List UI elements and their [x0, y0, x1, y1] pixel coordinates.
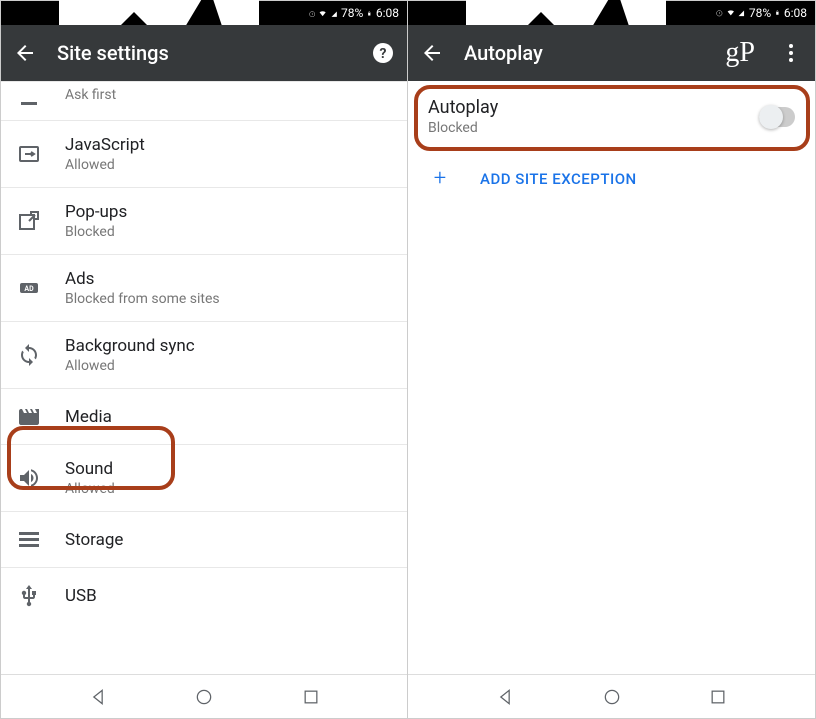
clock-time: 6:08: [784, 6, 807, 20]
page-title: Autoplay: [464, 41, 705, 65]
settings-list: Ask first JavaScript Allowed Pop-ups Blo…: [1, 81, 407, 674]
popups-label: Pop-ups: [65, 202, 127, 222]
svg-text:?: ?: [380, 46, 387, 62]
sound-icon: [17, 466, 41, 490]
add-exception-label: ADD SITE EXCEPTION: [480, 170, 637, 188]
javascript-label: JavaScript: [65, 135, 145, 155]
list-item-sync[interactable]: Background sync Allowed: [1, 322, 407, 389]
list-item-javascript[interactable]: JavaScript Allowed: [1, 121, 407, 188]
list-item-location[interactable]: Ask first: [1, 81, 407, 121]
app-bar: Autoplay gP: [408, 25, 815, 81]
usb-icon: [17, 584, 41, 608]
nav-bar: [1, 674, 407, 718]
plus-icon: +: [428, 166, 452, 191]
sync-icon: [17, 343, 41, 367]
ads-label: Ads: [65, 269, 220, 289]
media-label: Media: [65, 407, 112, 427]
autoplay-label: Autoplay: [428, 97, 759, 118]
nav-home[interactable]: [194, 687, 214, 707]
battery-icon: [775, 6, 780, 20]
sync-sub: Allowed: [65, 358, 195, 374]
phone-right: 78% 6:08 Autoplay gP Autoplay Blocked: [408, 1, 815, 718]
list-item-popups[interactable]: Pop-ups Blocked: [1, 188, 407, 255]
help-button[interactable]: ?: [371, 41, 395, 65]
media-icon: [17, 405, 41, 429]
svg-text:AD: AD: [24, 285, 34, 293]
clock-time: 6:08: [376, 6, 399, 20]
location-sub: Ask first: [65, 87, 116, 103]
wifi-icon: [319, 6, 326, 20]
javascript-icon: [17, 142, 41, 166]
status-bar: 78% 6:08: [1, 1, 407, 25]
list-item-ads[interactable]: AD Ads Blocked from some sites: [1, 255, 407, 322]
battery-percent: 78%: [341, 6, 363, 20]
signal-icon: [738, 6, 745, 20]
signal-icon: [331, 6, 337, 20]
list-item-storage[interactable]: Storage: [1, 512, 407, 568]
wifi-icon: [727, 6, 735, 20]
autoplay-sub: Blocked: [428, 120, 759, 136]
nav-home[interactable]: [602, 687, 622, 707]
battery-icon: [367, 6, 372, 20]
nfc-icon: [309, 6, 315, 20]
usb-label: USB: [65, 586, 97, 606]
popups-sub: Blocked: [65, 224, 127, 240]
sound-sub: Allowed: [65, 481, 115, 497]
status-bar: 78% 6:08: [408, 1, 815, 25]
javascript-sub: Allowed: [65, 157, 145, 173]
list-item-sound[interactable]: Sound Allowed: [1, 445, 407, 512]
ads-sub: Blocked from some sites: [65, 291, 220, 307]
nav-back[interactable]: [88, 687, 108, 707]
list-item-media[interactable]: Media: [1, 389, 407, 445]
popup-icon: [17, 209, 41, 233]
back-button[interactable]: [13, 41, 37, 65]
autoplay-switch[interactable]: [759, 107, 795, 127]
storage-icon: [17, 528, 41, 552]
page-title: Site settings: [57, 41, 351, 65]
sound-label: Sound: [65, 459, 115, 479]
add-site-exception[interactable]: + ADD SITE EXCEPTION: [408, 152, 815, 205]
ads-icon: AD: [17, 276, 41, 300]
watermark-gp: gP: [725, 37, 755, 69]
back-button[interactable]: [420, 41, 444, 65]
nav-recent[interactable]: [301, 687, 321, 707]
phone-left: 78% 6:08 Site settings ? Ask first: [1, 1, 408, 718]
nav-back[interactable]: [495, 687, 515, 707]
nav-bar: [408, 674, 815, 718]
app-bar: Site settings ?: [1, 25, 407, 81]
nav-recent[interactable]: [708, 687, 728, 707]
autoplay-toggle-row[interactable]: Autoplay Blocked: [408, 81, 815, 152]
autoplay-content: Autoplay Blocked + ADD SITE EXCEPTION: [408, 81, 815, 674]
list-item-usb[interactable]: USB: [1, 568, 407, 624]
battery-percent: 78%: [749, 6, 771, 20]
sync-label: Background sync: [65, 336, 195, 356]
location-icon: [17, 82, 41, 106]
overflow-menu[interactable]: [779, 41, 803, 65]
storage-label: Storage: [65, 530, 123, 550]
nfc-icon: [716, 6, 723, 20]
